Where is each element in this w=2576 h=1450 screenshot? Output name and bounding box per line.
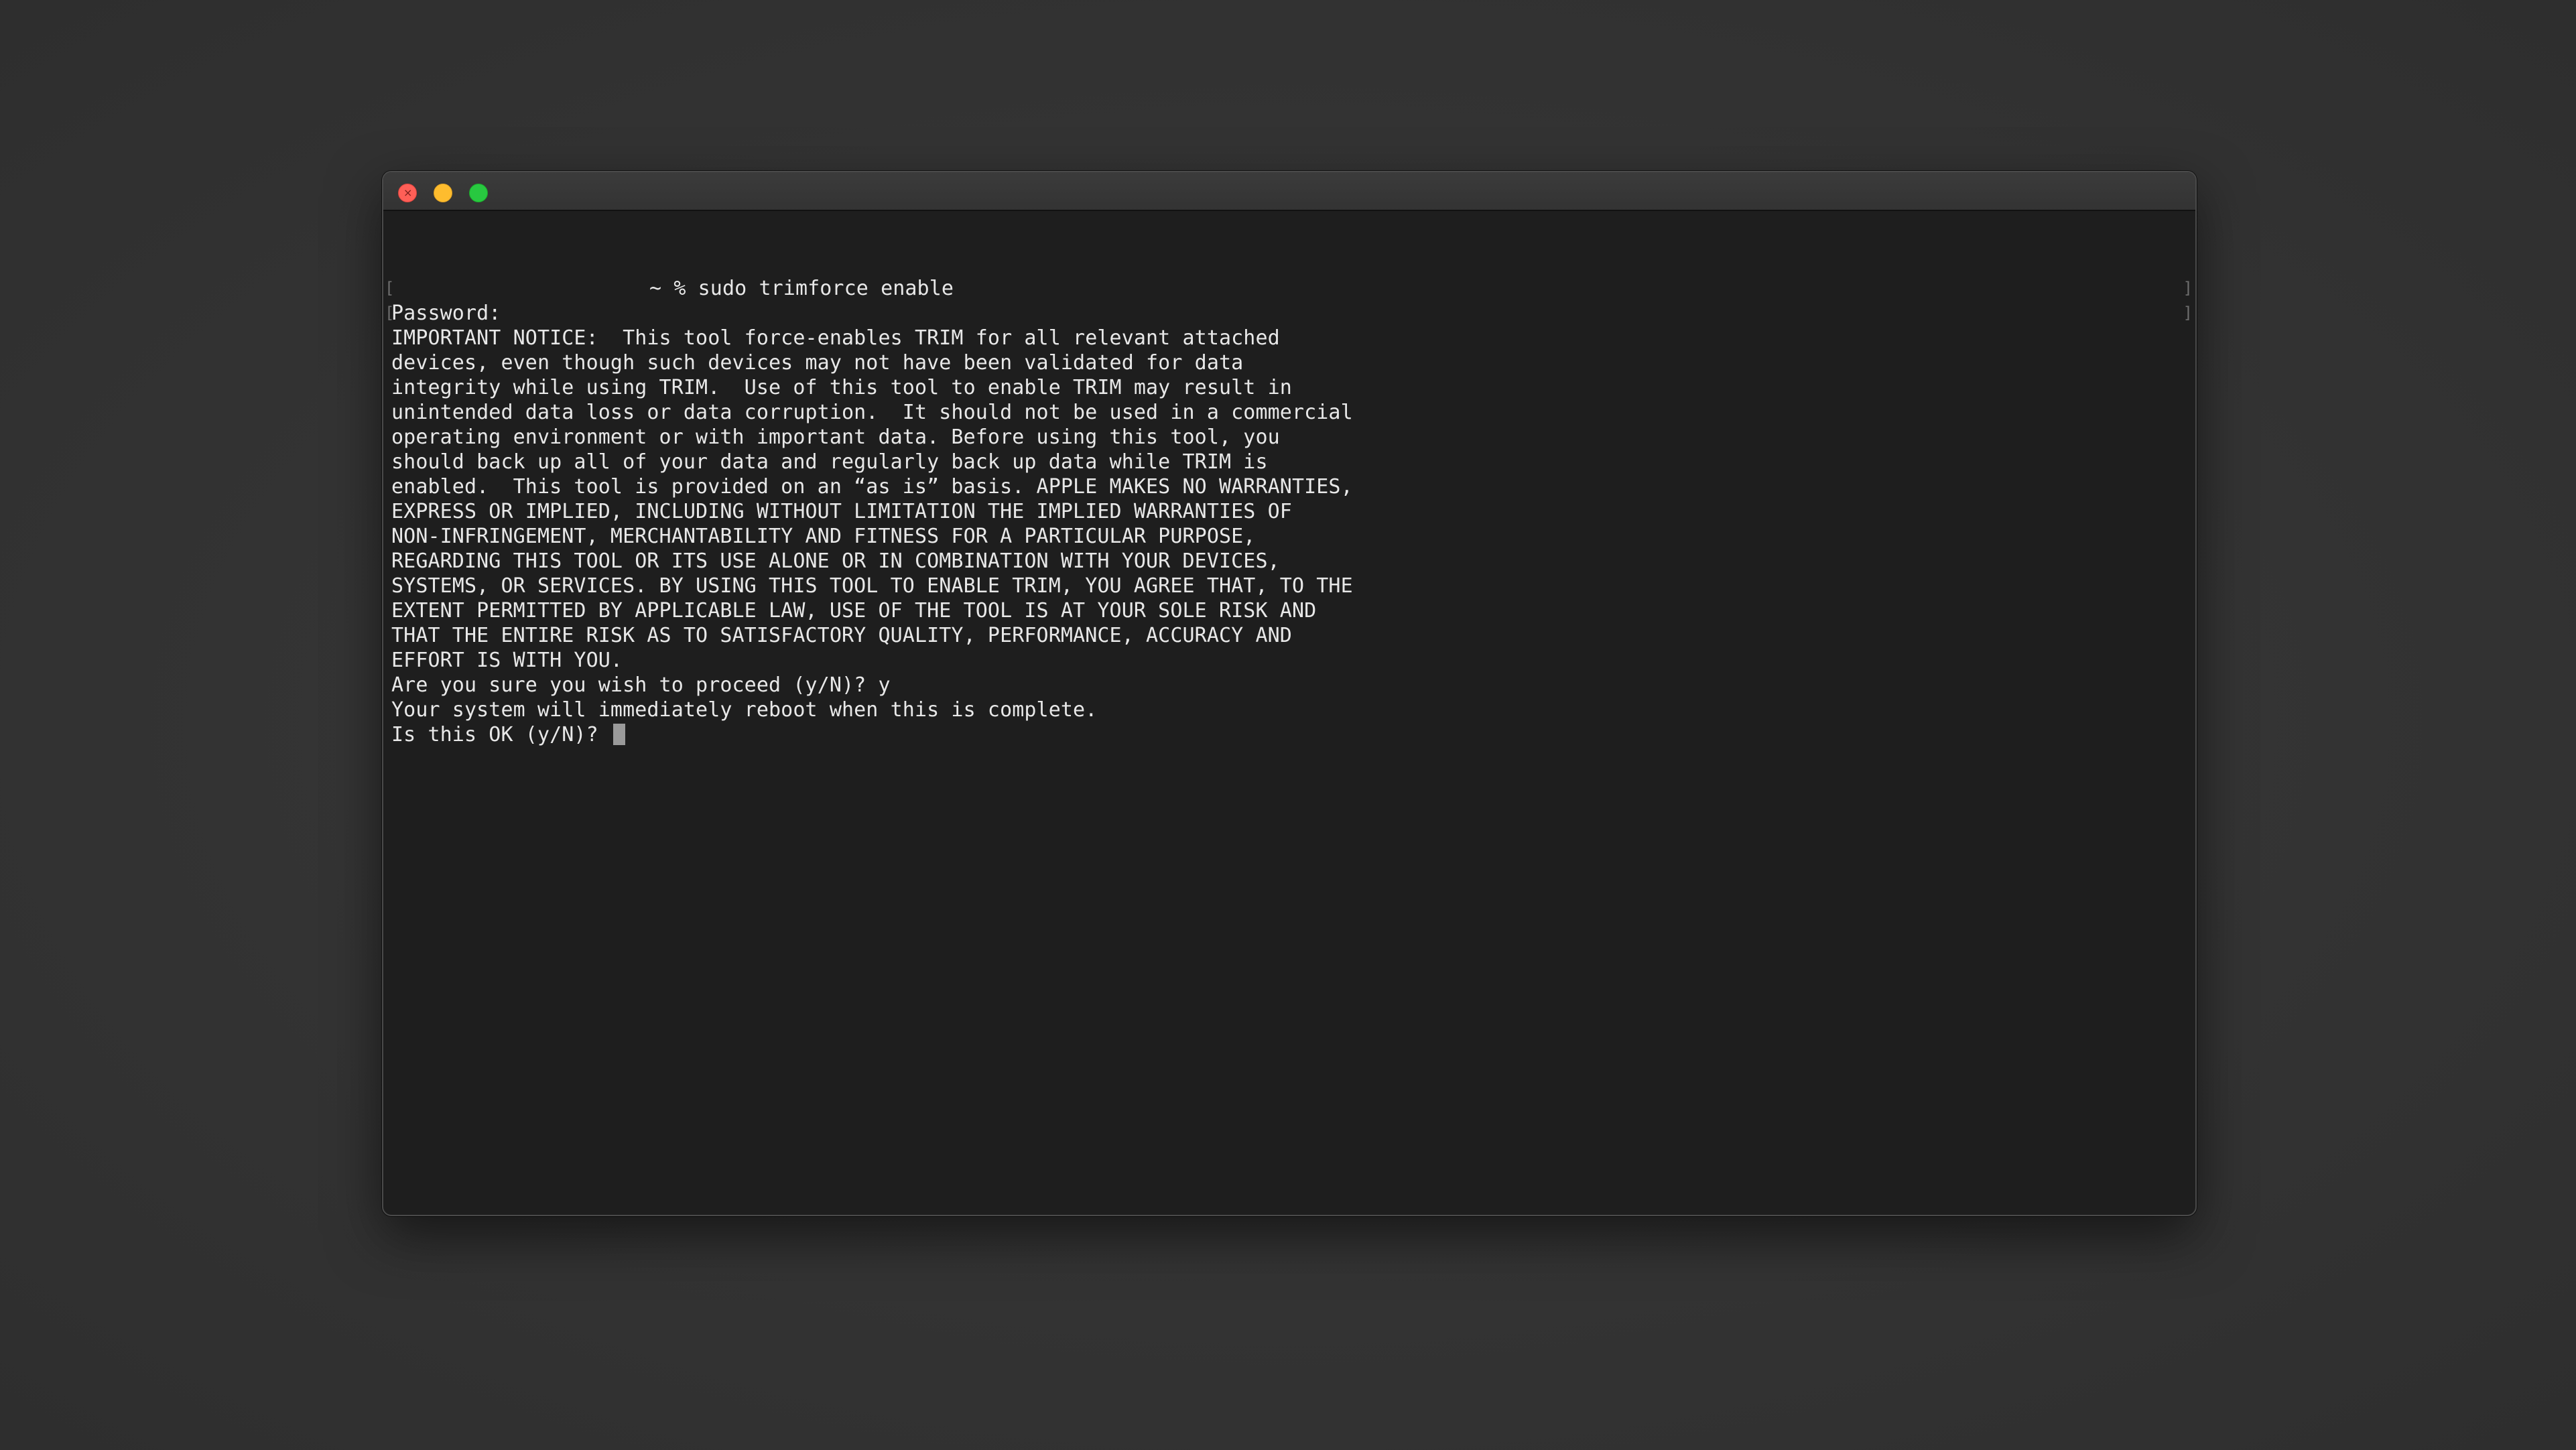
mark-bracket-right-1: ]: [2183, 279, 2193, 298]
confirm-line: Are you sure you wish to proceed (y/N)? …: [391, 673, 891, 697]
notice-line: THAT THE ENTIRE RISK AS TO SATISFACTORY …: [391, 624, 1292, 647]
notice-line: operating environment or with important …: [391, 425, 1280, 449]
terminal-output[interactable]: [ [ ] ] ~ % sudo trimforce enable Passwo…: [383, 211, 2195, 1215]
terminal-window: × [ [ ] ] ~ % sudo trimforce enable Pass…: [382, 171, 2197, 1216]
text-cursor: [613, 723, 625, 745]
notice-line: unintended data loss or data corruption.…: [391, 401, 1353, 424]
notice-line: EXTENT PERMITTED BY APPLICABLE LAW, USE …: [391, 599, 1317, 622]
reboot-line: Your system will immediately reboot when…: [391, 698, 1098, 722]
close-icon[interactable]: ×: [398, 184, 417, 202]
final-prompt-line[interactable]: Is this OK (y/N)?: [391, 722, 625, 747]
notice-line: enabled. This tool is provided on an “as…: [391, 475, 1353, 499]
notice-line: SYSTEMS, OR SERVICES. BY USING THIS TOOL…: [391, 574, 1353, 598]
notice-line: should back up all of your data and regu…: [391, 450, 1268, 474]
notice-line: IMPORTANT NOTICE: This tool force-enable…: [391, 326, 1280, 350]
notice-line: devices, even though such devices may no…: [391, 351, 1244, 375]
notice-line: REGARDING THIS TOOL OR ITS USE ALONE OR …: [391, 549, 1280, 573]
notice-line: EXPRESS OR IMPLIED, INCLUDING WITHOUT LI…: [391, 500, 1292, 523]
command-prompt-line: ~ % sudo trimforce enable: [649, 277, 954, 300]
mark-bracket-right-2: ]: [2183, 304, 2193, 322]
minimize-icon[interactable]: [434, 184, 452, 202]
zoom-icon[interactable]: [469, 184, 488, 202]
mark-bracket-left-1: [: [385, 279, 395, 298]
close-glyph: ×: [403, 186, 413, 199]
final-prompt-text: Is this OK (y/N)?: [391, 723, 610, 746]
notice-line: EFFORT IS WITH YOU.: [391, 649, 623, 672]
password-prompt-line: Password:: [391, 302, 501, 325]
notice-line: NON-INFRINGEMENT, MERCHANTABILITY AND FI…: [391, 525, 1256, 548]
window-titlebar[interactable]: ×: [383, 172, 2195, 211]
notice-line: integrity while using TRIM. Use of this …: [391, 376, 1292, 399]
